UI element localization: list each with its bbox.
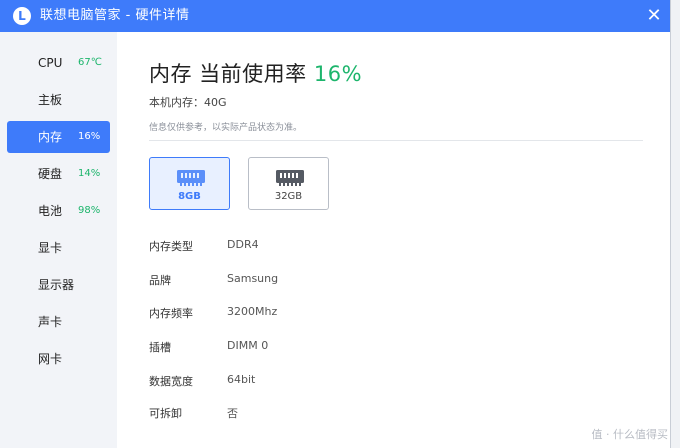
- memory-chip-icon: [177, 170, 205, 186]
- spec-key-frequency: 内存频率: [149, 307, 193, 320]
- sidebar-item-display[interactable]: 显示器: [7, 269, 110, 301]
- watermark: 值 · 什么值得买: [591, 428, 669, 441]
- sidebar-item-label: 显示器: [38, 278, 75, 292]
- disk-usage-value: 14%: [78, 168, 101, 179]
- spec-value-removable: 否: [227, 407, 238, 420]
- close-icon[interactable]: ✕: [642, 4, 666, 28]
- hardware-details-window: L 联想电脑管家 - 硬件详情 ✕ CPU 67℃ 主板 内存 16% 硬盘 1…: [0, 0, 671, 448]
- sidebar-item-label: 电池: [38, 204, 63, 218]
- memory-usage-percent: 16%: [313, 62, 363, 86]
- module-capacity-label: 32GB: [274, 191, 303, 202]
- sidebar-item-sound-card[interactable]: 声卡: [7, 306, 110, 338]
- spec-key-data-width: 数据宽度: [149, 375, 193, 388]
- sidebar-item-label: 声卡: [38, 315, 63, 329]
- sidebar-item-label: 网卡: [38, 352, 63, 366]
- sidebar-item-disk[interactable]: 硬盘 14%: [7, 158, 110, 190]
- battery-level-value: 98%: [78, 205, 101, 216]
- divider: [149, 140, 643, 141]
- page-title: 内存 当前使用率 16%: [149, 58, 362, 88]
- cpu-temperature: 67℃: [78, 57, 102, 68]
- sidebar-item-label: 主板: [38, 93, 63, 107]
- window-title: 联想电脑管家 - 硬件详情: [40, 8, 190, 23]
- spec-value-slot: DIMM 0: [227, 339, 269, 352]
- title-bar: L 联想电脑管家 - 硬件详情 ✕: [0, 0, 670, 32]
- sidebar-item-network-card[interactable]: 网卡: [7, 343, 110, 375]
- sidebar: CPU 67℃ 主板 内存 16% 硬盘 14% 电池 98% 显卡 显示器 声…: [0, 32, 117, 448]
- spec-key-slot: 插槽: [149, 341, 171, 354]
- disclaimer-note: 信息仅供参考，以实际产品状态为准。: [149, 123, 303, 133]
- memory-detail-panel: 内存 当前使用率 16% 本机内存：40G 信息仅供参考，以实际产品状态为准。 …: [117, 32, 670, 448]
- total-memory: 本机内存：40G: [149, 96, 227, 109]
- spec-value-brand: Samsung: [227, 272, 279, 285]
- lenovo-logo-icon: L: [13, 7, 31, 25]
- memory-usage-value: 16%: [78, 131, 101, 142]
- spec-value-frequency: 3200Mhz: [227, 305, 278, 318]
- sidebar-item-cpu[interactable]: CPU 67℃: [7, 47, 110, 79]
- sidebar-item-memory[interactable]: 内存 16%: [7, 121, 110, 153]
- spec-key-removable: 可拆卸: [149, 407, 182, 420]
- memory-chip-icon: [276, 170, 304, 186]
- spec-key-brand: 品牌: [149, 274, 171, 287]
- sidebar-item-battery[interactable]: 电池 98%: [7, 195, 110, 227]
- spec-value-data-width: 64bit: [227, 373, 256, 386]
- spec-key-memory-type: 内存类型: [149, 240, 193, 253]
- memory-module-32gb[interactable]: 32GB: [248, 157, 329, 210]
- sidebar-item-label: 硬盘: [38, 167, 63, 181]
- sidebar-item-label: CPU: [38, 56, 63, 70]
- sidebar-item-label: 显卡: [38, 241, 63, 255]
- sidebar-item-label: 内存: [38, 130, 63, 144]
- memory-module-8gb[interactable]: 8GB: [149, 157, 230, 210]
- heading-text: 内存 当前使用率: [149, 62, 307, 86]
- module-capacity-label: 8GB: [178, 191, 201, 202]
- sidebar-item-gpu[interactable]: 显卡: [7, 232, 110, 264]
- sidebar-item-motherboard[interactable]: 主板: [7, 84, 110, 116]
- spec-value-memory-type: DDR4: [227, 238, 259, 251]
